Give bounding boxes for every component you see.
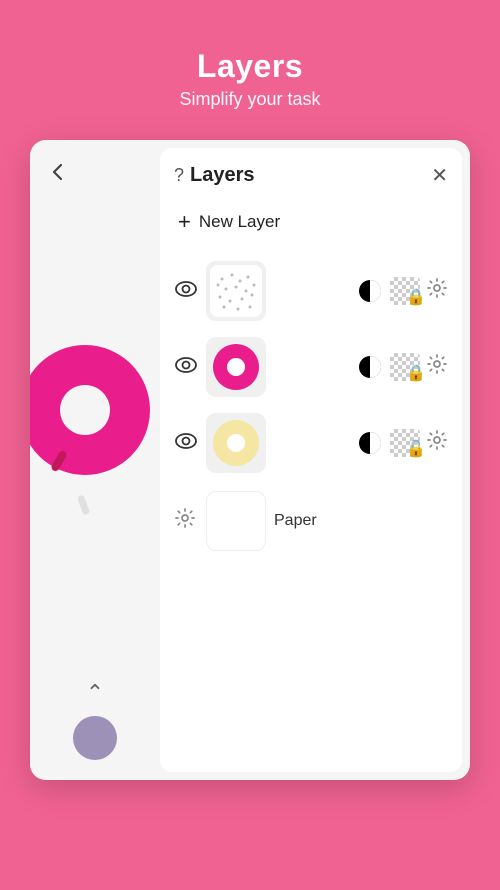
donut-canvas-image [30, 345, 150, 475]
page-subtitle: Simplify your task [179, 89, 320, 110]
layer-thumbnail [206, 261, 266, 321]
blend-mode-button[interactable] [356, 277, 384, 305]
layer-controls: 🔒 [274, 353, 448, 381]
layer-thumbnail [206, 413, 266, 473]
app-container: ⌃ ? Layers ✕ + New Layer [30, 140, 470, 780]
canvas-preview [40, 295, 150, 615]
canvas-bottom-controls: ⌃ [73, 680, 117, 760]
close-button[interactable]: ✕ [431, 166, 448, 186]
donut-yellow-thumbnail [213, 420, 259, 466]
paper-thumbnail [206, 491, 266, 551]
lock-alpha-button[interactable]: 🔓 [390, 429, 420, 457]
paper-label: Paper [274, 512, 448, 530]
layer-controls: 🔒 [274, 277, 448, 305]
color-picker-circle[interactable] [73, 716, 117, 760]
paper-settings-button[interactable] [174, 507, 196, 535]
lock-alpha-button[interactable]: 🔒 [390, 277, 420, 305]
lock-icon: 🔒 [406, 287, 426, 307]
layer-settings-button[interactable] [426, 353, 448, 381]
panel-title-row: ? Layers [174, 164, 255, 187]
panel-title: Layers [190, 164, 255, 187]
checker-background: 🔓 [390, 429, 420, 457]
visibility-toggle[interactable] [174, 357, 198, 378]
canvas-area: ⌃ [30, 140, 160, 780]
layer-item: 🔒 [174, 331, 448, 403]
plus-icon: + [178, 209, 191, 235]
layers-panel: ? Layers ✕ + New Layer [160, 148, 462, 772]
layer-item: 🔓 [174, 407, 448, 479]
help-icon[interactable]: ? [174, 165, 184, 186]
new-layer-button[interactable]: + New Layer [174, 199, 448, 245]
lock-icon-open: 🔓 [406, 439, 426, 459]
paper-layer: Paper [174, 485, 448, 557]
lock-icon: 🔒 [406, 363, 426, 383]
layer-settings-button[interactable] [426, 277, 448, 305]
blend-mode-button[interactable] [356, 429, 384, 457]
visibility-toggle[interactable] [174, 433, 198, 454]
layer-settings-button[interactable] [426, 429, 448, 457]
sprinkle-decoration-2 [77, 494, 90, 515]
donut-pink-thumbnail [213, 344, 259, 390]
header-section: Layers Simplify your task [159, 0, 340, 130]
visibility-toggle[interactable] [174, 281, 198, 302]
blend-mode-button[interactable] [356, 353, 384, 381]
lock-alpha-button[interactable]: 🔒 [390, 353, 420, 381]
up-chevron-button[interactable]: ⌃ [86, 680, 104, 706]
page-title: Layers [179, 48, 320, 85]
checker-background: 🔒 [390, 277, 420, 305]
panel-header: ? Layers ✕ [174, 164, 448, 187]
checker-background: 🔒 [390, 353, 420, 381]
layer-item: 🔒 [174, 255, 448, 327]
back-button[interactable] [40, 154, 76, 190]
layer-thumbnail [206, 337, 266, 397]
new-layer-label: New Layer [199, 212, 280, 232]
layer-controls: 🔓 [274, 429, 448, 457]
